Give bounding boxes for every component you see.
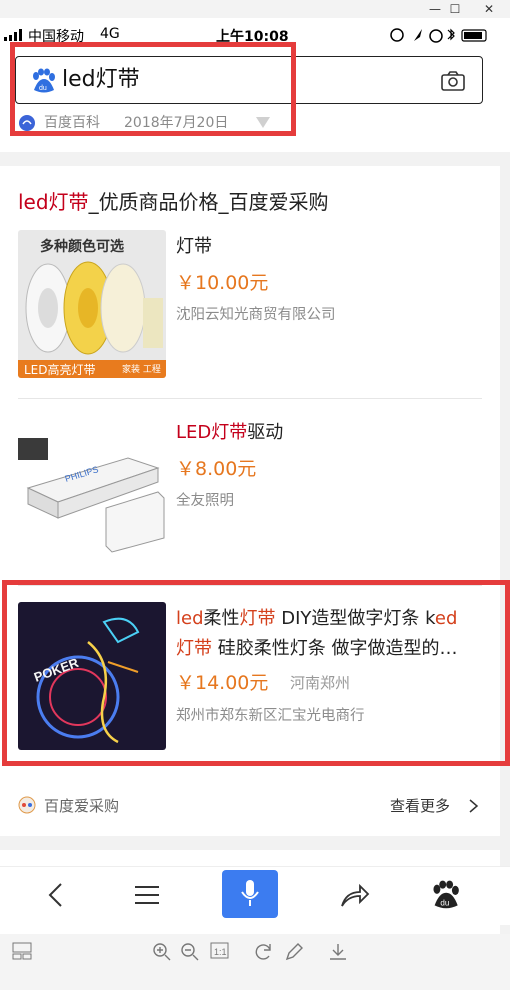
zoom-in-icon[interactable] (152, 942, 172, 962)
back-icon[interactable] (46, 882, 66, 908)
divider (18, 398, 482, 399)
edit-icon[interactable] (284, 942, 304, 962)
download-icon[interactable] (328, 942, 348, 962)
close-button[interactable]: ✕ (474, 0, 504, 18)
view-more-link[interactable]: 查看更多 (390, 795, 450, 816)
annotation-highlight-product (2, 580, 510, 766)
led-driver-image: PHILIPS (18, 438, 165, 553)
network-label: 4G (100, 26, 120, 42)
product-thumb-1[interactable]: 多种颜色可选 LED高亮灯带 家装 工程 (18, 230, 166, 378)
product-price-1: ￥10.00元 (176, 272, 269, 294)
baidu-home-icon[interactable]: du (430, 880, 460, 910)
voice-search-button[interactable] (222, 870, 278, 918)
section-gap (0, 836, 510, 850)
share-icon[interactable] (340, 882, 370, 908)
source-date: 2018年7月20日 (124, 115, 229, 131)
microphone-icon (241, 880, 259, 906)
led-reel-image (25, 261, 163, 355)
layout-icon[interactable] (12, 942, 34, 960)
svg-text:du: du (440, 898, 449, 907)
product-thumb-2[interactable]: PHILIPS (18, 418, 166, 566)
product-price-2: ￥8.00元 (176, 458, 257, 480)
rotate-icon[interactable] (254, 942, 274, 962)
footer-source: 百度爱采购 (44, 797, 120, 815)
actual-size-icon[interactable]: 1:1 (210, 942, 230, 960)
maximize-button[interactable]: ☐ (440, 0, 470, 18)
camera-icon[interactable] (440, 70, 466, 92)
source-name: 百度百科 (44, 115, 100, 131)
svg-text:1:1: 1:1 (214, 947, 227, 957)
signal-icon (4, 29, 22, 41)
more-results-row[interactable]: 百度爱采购 查看更多 (0, 786, 500, 826)
product-seller-2: 全友照明 (176, 493, 234, 509)
product-title-2[interactable]: LED灯带驱动 (176, 418, 283, 448)
section-gap (0, 152, 510, 166)
result-title[interactable]: led灯带_优质商品价格_百度爱采购 (18, 186, 329, 215)
baike-icon (19, 115, 35, 131)
product-seller-1: 沈阳云知光商贸有限公司 (176, 307, 336, 323)
zoom-out-icon[interactable] (180, 942, 200, 962)
dropdown-icon[interactable] (254, 115, 272, 131)
chevron-right-icon (469, 799, 479, 813)
aicaigou-icon (18, 796, 36, 814)
product-title-1[interactable]: 灯带 (176, 232, 212, 262)
menu-icon[interactable] (135, 884, 159, 906)
status-icons (390, 28, 487, 43)
